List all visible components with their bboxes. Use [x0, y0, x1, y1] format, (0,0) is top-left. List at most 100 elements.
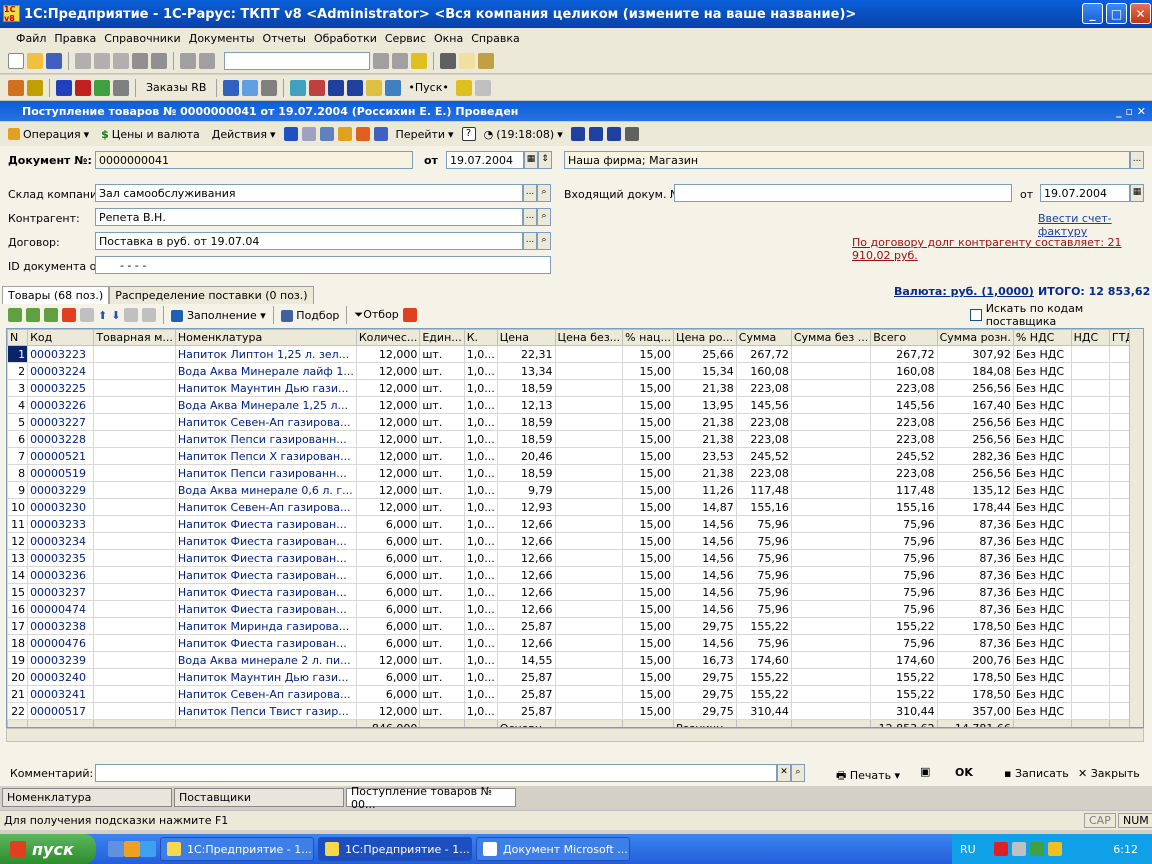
tools-icon[interactable]	[478, 52, 494, 69]
table-cell[interactable]	[93, 413, 176, 431]
table-cell[interactable]	[790, 685, 872, 703]
menu-processing[interactable]: Обработки	[310, 32, 381, 45]
preview-icon[interactable]	[151, 52, 167, 69]
table-cell[interactable]	[93, 430, 176, 448]
orders-button[interactable]: Заказы RB	[142, 81, 210, 94]
table-cell[interactable]: 310,44	[735, 702, 792, 720]
table-cell[interactable]: шт.	[419, 651, 465, 669]
table-row[interactable]: 15 00003237 Напиток Фиеста газирован... 6,0…	[7, 583, 1143, 601]
table-row[interactable]: 5 00003227 Напиток Севен-Ап газирова... 12,…	[7, 413, 1143, 431]
table-cell[interactable]: 6,000	[355, 583, 421, 601]
table-cell[interactable]	[93, 345, 176, 363]
table-cell[interactable]	[93, 600, 176, 618]
table-cell[interactable]: шт.	[419, 379, 465, 397]
table-cell[interactable]: 1,0...	[463, 379, 498, 397]
table-cell[interactable]	[790, 583, 872, 601]
table-cell[interactable]: 75,96	[735, 549, 792, 567]
table-cell[interactable]: 14,56	[673, 549, 737, 567]
table-cell[interactable]: 256,56	[936, 430, 1014, 448]
table-cell[interactable]: 87,36	[936, 583, 1014, 601]
table-cell[interactable]	[554, 515, 624, 533]
table-row[interactable]: 13 00003235 Напиток Фиеста газирован... 6,0…	[7, 549, 1143, 567]
table-cell[interactable]: Без НДС	[1012, 413, 1072, 431]
table-cell[interactable]	[93, 668, 176, 686]
table-cell[interactable]: 15,00	[622, 634, 675, 652]
table-cell[interactable]	[1070, 634, 1110, 652]
table-row[interactable]: 1 00003223 Напиток Липтон 1,25 л. зел... 12…	[7, 345, 1143, 363]
table-row[interactable]: 17 00003238 Напиток Миринда газирова... 6,0…	[7, 617, 1143, 635]
table-cell[interactable]	[1070, 600, 1110, 618]
table-cell[interactable]: 256,56	[936, 379, 1014, 397]
table-cell[interactable]	[1070, 685, 1110, 703]
actions-button[interactable]: Действия ▾	[208, 126, 280, 143]
print-icon[interactable]	[132, 52, 148, 69]
table-cell[interactable]: 1,0...	[463, 515, 498, 533]
table-cell[interactable]: 184,08	[936, 362, 1014, 380]
column-header[interactable]: Товарная м...	[93, 329, 176, 346]
table-cell[interactable]: 00003234	[27, 532, 95, 550]
table-cell[interactable]: Напиток Маунтин Дью гази...	[174, 379, 357, 397]
table-cell[interactable]: 9,79	[496, 481, 556, 499]
table-row[interactable]: 18 00000476 Напиток Фиеста газирован... 6,0…	[7, 634, 1143, 652]
table-cell[interactable]: 178,50	[936, 668, 1014, 686]
table-cell[interactable]: 267,72	[735, 345, 792, 363]
table-cell[interactable]: 25,87	[496, 702, 556, 720]
book-icon[interactable]	[8, 79, 24, 96]
table-cell[interactable]: 3	[7, 379, 29, 397]
table-cell[interactable]: 310,44	[870, 702, 938, 720]
cut-icon[interactable]	[75, 52, 91, 69]
table-cell[interactable]	[790, 362, 872, 380]
table-cell[interactable]: 15,00	[622, 396, 675, 414]
column-header[interactable]: Цена ро...	[673, 329, 737, 346]
column-header[interactable]: Цена без...	[554, 329, 624, 346]
table-cell[interactable]: Без НДС	[1012, 498, 1072, 516]
table-cell[interactable]: шт.	[419, 464, 465, 482]
table-cell[interactable]: 200,76	[936, 651, 1014, 669]
table-cell[interactable]	[93, 464, 176, 482]
table-cell[interactable]	[93, 685, 176, 703]
table-cell[interactable]: 245,52	[735, 447, 792, 465]
table-cell[interactable]: 15,00	[622, 345, 675, 363]
menu-service[interactable]: Сервис	[381, 32, 430, 45]
help-icon[interactable]: ?	[461, 127, 476, 141]
table-cell[interactable]: 267,72	[870, 345, 938, 363]
table-cell[interactable]: 21,38	[673, 430, 737, 448]
table-cell[interactable]	[554, 668, 624, 686]
table-cell[interactable]: 178,50	[936, 685, 1014, 703]
table-cell[interactable]: Без НДС	[1012, 447, 1072, 465]
table-cell[interactable]: Напиток Севен-Ап газирова...	[174, 685, 357, 703]
table-cell[interactable]	[790, 566, 872, 584]
table-cell[interactable]: 15,00	[622, 685, 675, 703]
table-cell[interactable]	[554, 651, 624, 669]
table-cell[interactable]: Напиток Фиеста газирован...	[174, 532, 357, 550]
table-cell[interactable]: 1,0...	[463, 413, 498, 431]
table-cell[interactable]: 223,08	[735, 413, 792, 431]
contract-open-icon[interactable]: ⌕	[537, 232, 551, 250]
table-cell[interactable]: 12,000	[355, 498, 421, 516]
table-cell[interactable]: 22,31	[496, 345, 556, 363]
table-cell[interactable]	[790, 617, 872, 635]
table-cell[interactable]: 15,00	[622, 617, 675, 635]
network-icon[interactable]	[1011, 842, 1026, 856]
table-cell[interactable]: 15,00	[622, 702, 675, 720]
table-cell[interactable]: 14,87	[673, 498, 737, 516]
table-cell[interactable]	[790, 600, 872, 618]
table-cell[interactable]: 6,000	[355, 685, 421, 703]
table-cell[interactable]: Без НДС	[1012, 702, 1072, 720]
table-cell[interactable]: 155,22	[870, 668, 938, 686]
table-cell[interactable]: Без НДС	[1012, 464, 1072, 482]
table-cell[interactable]	[790, 447, 872, 465]
table-cell[interactable]: 15,00	[622, 379, 675, 397]
table-cell[interactable]: шт.	[419, 685, 465, 703]
table-cell[interactable]: 174,60	[735, 651, 792, 669]
table-cell[interactable]: 160,08	[735, 362, 792, 380]
table-cell[interactable]	[1070, 583, 1110, 601]
fill-button[interactable]: Заполнение ▾	[171, 309, 266, 322]
table-cell[interactable]	[554, 464, 624, 482]
print-button[interactable]: 🖶 Печать ▾	[836, 767, 900, 786]
table-cell[interactable]: шт.	[419, 396, 465, 414]
table-cell[interactable]	[554, 617, 624, 635]
table-cell[interactable]: 00003239	[27, 651, 95, 669]
table-cell[interactable]: 1,0...	[463, 566, 498, 584]
table-cell[interactable]: 29,75	[673, 617, 737, 635]
